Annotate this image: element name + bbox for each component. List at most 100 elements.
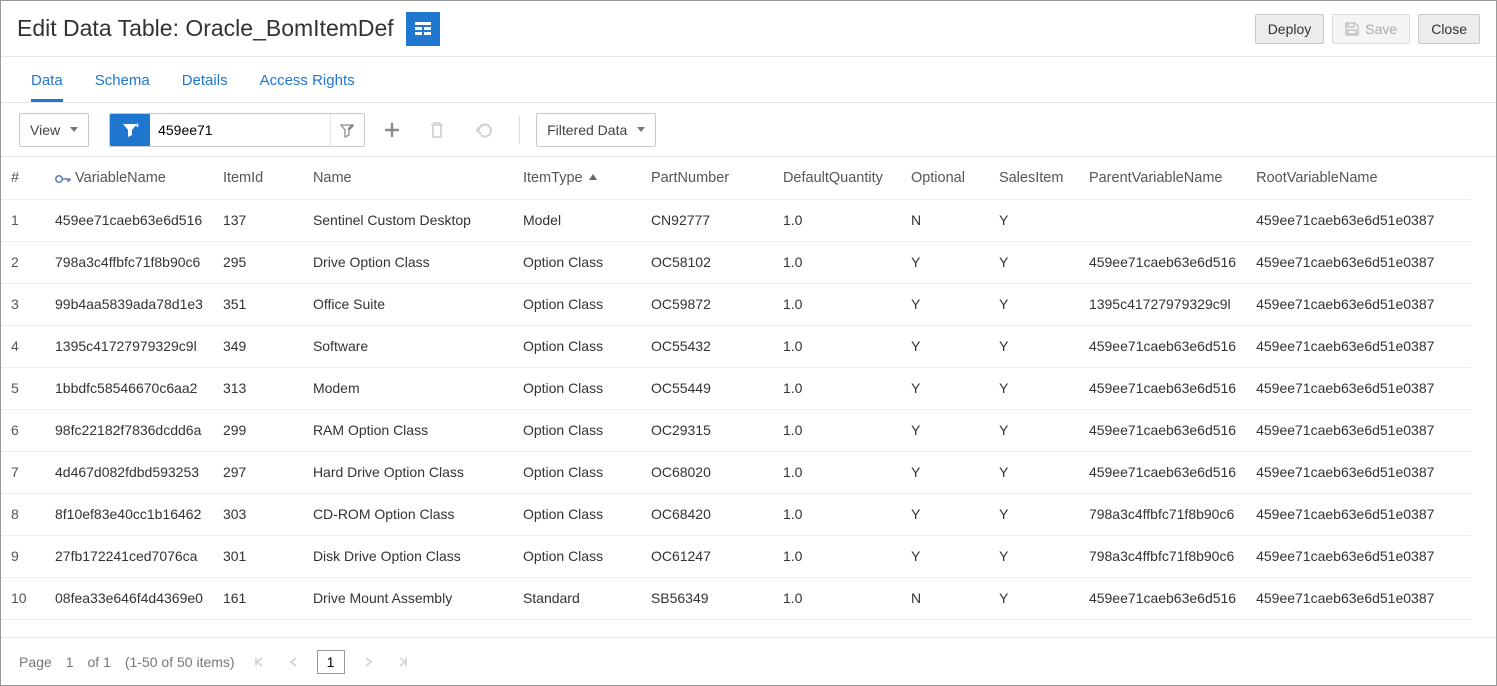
cell-name[interactable]: Hard Drive Option Class [303, 451, 513, 493]
cell-partnumber[interactable]: OC59872 [641, 283, 773, 325]
cell-rootvariablename[interactable]: 459ee71caeb63e6d51e0387 [1246, 577, 1471, 619]
cell-rootvariablename[interactable]: 459ee71caeb63e6d51e0387 [1246, 451, 1471, 493]
pager-first-button[interactable] [249, 652, 269, 672]
cell-parentvariablename[interactable]: 459ee71caeb63e6d516 [1079, 325, 1246, 367]
cell-optional[interactable]: Y [901, 283, 989, 325]
cell-optional[interactable]: Y [901, 367, 989, 409]
cell-optional[interactable]: Y [901, 535, 989, 577]
cell-itemid[interactable]: 299 [213, 409, 303, 451]
cell-defaultquantity[interactable]: 1.0 [773, 535, 901, 577]
cell-salesitem[interactable]: Y [989, 325, 1079, 367]
cell-defaultquantity[interactable]: 1.0 [773, 283, 901, 325]
cell-optional[interactable]: Y [901, 451, 989, 493]
view-dropdown[interactable]: View [19, 113, 89, 147]
cell-partnumber[interactable]: OC58102 [641, 241, 773, 283]
cell-salesitem[interactable]: Y [989, 535, 1079, 577]
cell-idx[interactable]: 8 [1, 493, 45, 535]
cell-itemtype[interactable]: Option Class [513, 241, 641, 283]
col-header-salesitem[interactable]: SalesItem [989, 157, 1079, 199]
cell-name[interactable]: Drive Mount Assembly [303, 577, 513, 619]
cell-optional[interactable]: N [901, 199, 989, 241]
cell-variablename[interactable]: 27fb172241ced7076ca [45, 535, 213, 577]
cell-rootvariablename[interactable]: 459ee71caeb63e6d51e0387 [1246, 409, 1471, 451]
cell-rootvariablename[interactable]: 459ee71caeb63e6d51e0387 [1246, 241, 1471, 283]
cell-salesitem[interactable]: Y [989, 241, 1079, 283]
cell-parentvariablename[interactable]: 459ee71caeb63e6d516 [1079, 241, 1246, 283]
cell-defaultquantity[interactable]: 1.0 [773, 241, 901, 283]
cell-optional[interactable]: Y [901, 325, 989, 367]
cell-name[interactable]: Disk Drive Option Class [303, 535, 513, 577]
cell-rootvariablename[interactable]: 459ee71caeb63e6d51e0387 [1246, 493, 1471, 535]
cell-defaultquantity[interactable]: 1.0 [773, 409, 901, 451]
add-row-button[interactable] [373, 113, 411, 147]
cell-parentvariablename[interactable] [1079, 199, 1246, 241]
col-header-name[interactable]: Name [303, 157, 513, 199]
cell-idx[interactable]: 1 [1, 199, 45, 241]
cell-parentvariablename[interactable]: 459ee71caeb63e6d516 [1079, 367, 1246, 409]
cell-idx[interactable]: 6 [1, 409, 45, 451]
cell-itemid[interactable]: 313 [213, 367, 303, 409]
cell-idx[interactable]: 3 [1, 283, 45, 325]
tab-access-rights[interactable]: Access Rights [260, 62, 355, 102]
cell-variablename[interactable]: 1395c41727979329c9l [45, 325, 213, 367]
col-header-partnumber[interactable]: PartNumber [641, 157, 773, 199]
cell-name[interactable]: Modem [303, 367, 513, 409]
cell-itemid[interactable]: 137 [213, 199, 303, 241]
cell-rootvariablename[interactable]: 459ee71caeb63e6d51e0387 [1246, 325, 1471, 367]
cell-partnumber[interactable]: OC61247 [641, 535, 773, 577]
cell-idx[interactable]: 7 [1, 451, 45, 493]
cell-partnumber[interactable]: OC55432 [641, 325, 773, 367]
cell-idx[interactable]: 10 [1, 577, 45, 619]
cell-defaultquantity[interactable]: 1.0 [773, 493, 901, 535]
cell-defaultquantity[interactable]: 1.0 [773, 577, 901, 619]
table-row[interactable]: 51bbdfc58546670c6aa2313ModemOption Class… [1, 367, 1471, 409]
close-button[interactable]: Close [1418, 14, 1480, 44]
col-header-itemtype[interactable]: ItemType [513, 157, 641, 199]
cell-idx[interactable]: 2 [1, 241, 45, 283]
cell-optional[interactable]: Y [901, 241, 989, 283]
table-row[interactable]: 927fb172241ced7076ca301Disk Drive Option… [1, 535, 1471, 577]
cell-rootvariablename[interactable]: 459ee71caeb63e6d51e0387 [1246, 283, 1471, 325]
cell-optional[interactable]: Y [901, 409, 989, 451]
cell-name[interactable]: Drive Option Class [303, 241, 513, 283]
cell-itemtype[interactable]: Standard [513, 577, 641, 619]
cell-rootvariablename[interactable]: 459ee71caeb63e6d51e0387 [1246, 367, 1471, 409]
cell-parentvariablename[interactable]: 798a3c4ffbfc71f8b90c6 [1079, 535, 1246, 577]
cell-name[interactable]: Office Suite [303, 283, 513, 325]
cell-salesitem[interactable]: Y [989, 283, 1079, 325]
cell-itemtype[interactable]: Option Class [513, 409, 641, 451]
col-header-parentvariablename[interactable]: ParentVariableName [1079, 157, 1246, 199]
cell-itemid[interactable]: 297 [213, 451, 303, 493]
cell-variablename[interactable]: 8f10ef83e40cc1b16462 [45, 493, 213, 535]
cell-rootvariablename[interactable]: 459ee71caeb63e6d51e0387 [1246, 199, 1471, 241]
cell-parentvariablename[interactable]: 798a3c4ffbfc71f8b90c6 [1079, 493, 1246, 535]
cell-defaultquantity[interactable]: 1.0 [773, 367, 901, 409]
cell-rootvariablename[interactable]: 459ee71caeb63e6d51e0387 [1246, 535, 1471, 577]
cell-itemid[interactable]: 351 [213, 283, 303, 325]
pager-next-button[interactable] [359, 652, 379, 672]
cell-itemid[interactable]: 349 [213, 325, 303, 367]
filtered-data-dropdown[interactable]: Filtered Data [536, 113, 656, 147]
cell-variablename[interactable]: 99b4aa5839ada78d1e3 [45, 283, 213, 325]
cell-defaultquantity[interactable]: 1.0 [773, 451, 901, 493]
filter-input[interactable] [150, 114, 330, 146]
filter-button[interactable]: + [110, 114, 150, 146]
col-header-rootvariablename[interactable]: RootVariableName [1246, 157, 1471, 199]
tab-schema[interactable]: Schema [95, 62, 150, 102]
table-scroll[interactable]: # VariableName ItemId Name ItemType P [1, 157, 1496, 637]
cell-idx[interactable]: 4 [1, 325, 45, 367]
table-row[interactable]: 41395c41727979329c9l349SoftwareOption Cl… [1, 325, 1471, 367]
cell-defaultquantity[interactable]: 1.0 [773, 325, 901, 367]
cell-partnumber[interactable]: OC55449 [641, 367, 773, 409]
table-row[interactable]: 698fc22182f7836dcdd6a299RAM Option Class… [1, 409, 1471, 451]
cell-partnumber[interactable]: OC29315 [641, 409, 773, 451]
cell-variablename[interactable]: 1bbdfc58546670c6aa2 [45, 367, 213, 409]
pager-prev-button[interactable] [283, 652, 303, 672]
col-header-itemid[interactable]: ItemId [213, 157, 303, 199]
cell-itemtype[interactable]: Option Class [513, 493, 641, 535]
table-row[interactable]: 88f10ef83e40cc1b16462303CD-ROM Option Cl… [1, 493, 1471, 535]
cell-optional[interactable]: Y [901, 493, 989, 535]
cell-partnumber[interactable]: OC68020 [641, 451, 773, 493]
cell-partnumber[interactable]: SB56349 [641, 577, 773, 619]
cell-salesitem[interactable]: Y [989, 409, 1079, 451]
